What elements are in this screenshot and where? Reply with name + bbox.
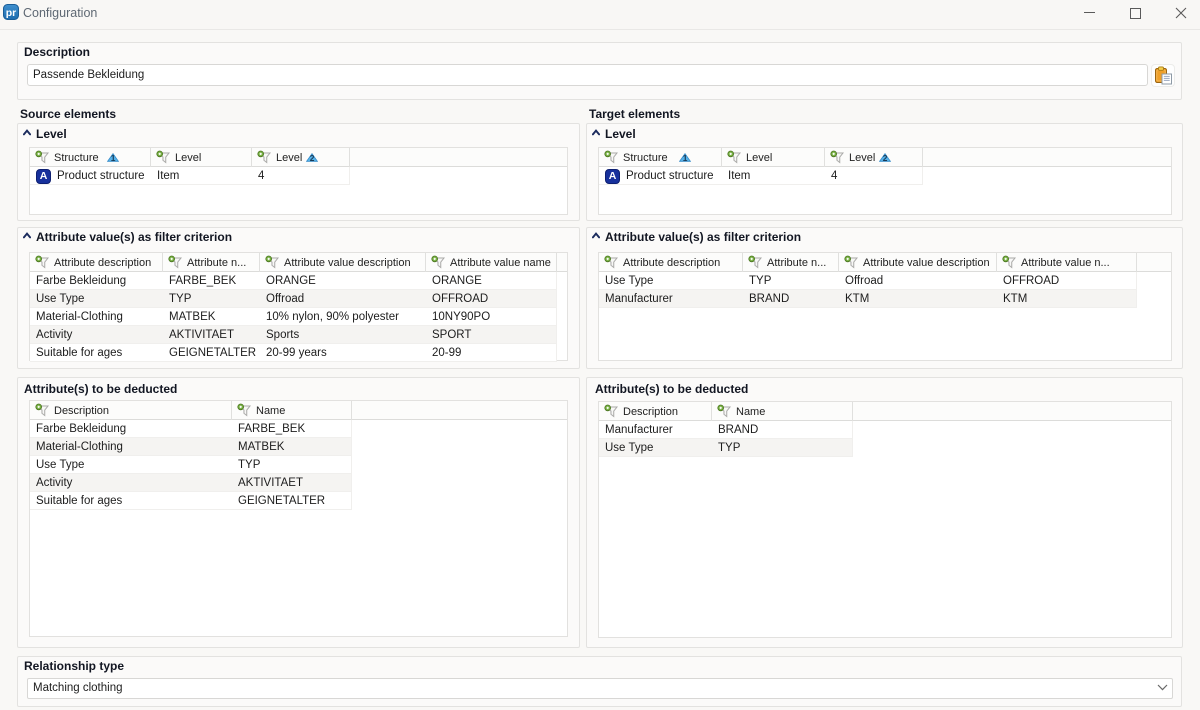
svg-text:1: 1 bbox=[111, 153, 116, 162]
svg-text:2: 2 bbox=[310, 153, 315, 162]
svg-text:1: 1 bbox=[683, 153, 688, 162]
svg-text:2: 2 bbox=[883, 153, 888, 162]
svg-text:pr: pr bbox=[6, 7, 17, 19]
